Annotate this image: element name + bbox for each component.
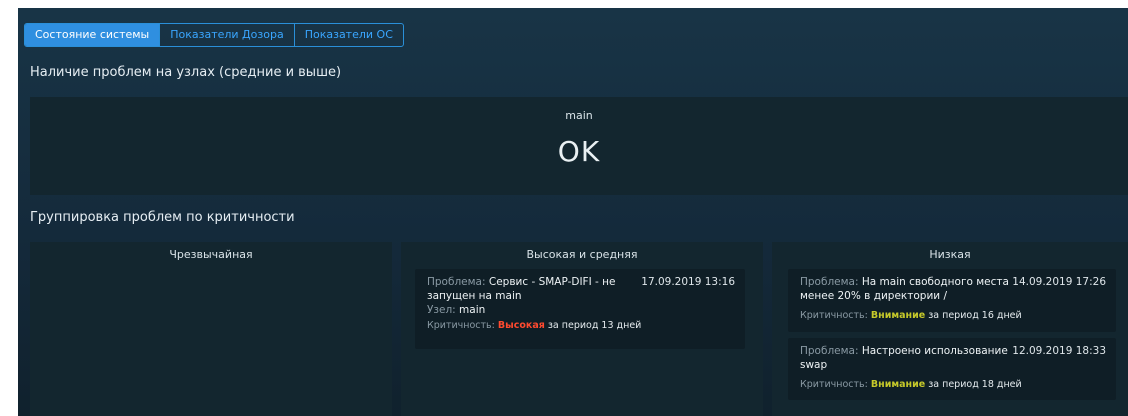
criticality-value: Внимание: [870, 310, 926, 321]
tab-dozor-metrics[interactable]: Показатели Дозора: [160, 24, 295, 46]
problem-description: Проблема: Настроено использование swap: [800, 344, 1010, 372]
problem-date: 12.09.2019 18:33: [1012, 345, 1106, 357]
criticality-line: Критичность: Внимание за период 16 дней: [800, 309, 1022, 323]
column-title: Низкая: [929, 248, 971, 261]
problem-card[interactable]: Проблема: Сервис - SMAP-DIFI - не запуще…: [415, 269, 745, 349]
column-emergency: Чрезвычайная: [30, 242, 392, 416]
problem-label: Проблема:: [427, 276, 486, 288]
grouping-section-title: Группировка проблем по критичности: [30, 210, 295, 225]
nodes-status-panel: main OK: [30, 97, 1128, 195]
criticality-label: Критичность:: [800, 379, 868, 390]
column-high-medium: Высокая и средняя Проблема: Сервис - SMA…: [401, 242, 763, 416]
nodes-section-title: Наличие проблем на узлах (средние и выше…: [30, 65, 342, 80]
problem-label: Проблема:: [800, 345, 859, 357]
node-value: main: [459, 304, 486, 316]
period-text: за период 13 дней: [547, 320, 642, 331]
node-line: Узел: main: [427, 303, 485, 317]
period-text: за период 16 дней: [928, 310, 1022, 321]
column-low: Низкая Проблема: На main свободного мест…: [772, 242, 1128, 416]
problem-card[interactable]: Проблема: Настроено использование swap 1…: [788, 338, 1116, 400]
problem-description: Проблема: Сервис - SMAP-DIFI - не запуще…: [427, 275, 637, 303]
main-content: Состояние системы Показатели Дозора Пока…: [18, 8, 1128, 416]
problem-card[interactable]: Проблема: На main свободного места менее…: [788, 269, 1116, 332]
problem-date: 17.09.2019 13:16: [641, 276, 735, 288]
criticality-value: Внимание: [870, 379, 926, 390]
node-status: OK: [557, 135, 601, 168]
criticality-value: Высокая: [497, 320, 545, 331]
node-label: Узел:: [427, 304, 456, 316]
top-edge: [0, 0, 1128, 8]
period-text: за период 18 дней: [928, 379, 1022, 390]
left-edge: [0, 0, 18, 416]
criticality-line: Критичность: Внимание за период 18 дней: [800, 378, 1022, 392]
problem-date: 14.09.2019 17:26: [1012, 276, 1106, 288]
column-title: Чрезвычайная: [169, 248, 253, 261]
app-window: Состояние системы Показатели Дозора Пока…: [0, 0, 1128, 416]
criticality-label: Критичность:: [427, 320, 495, 331]
criticality-label: Критичность:: [800, 310, 868, 321]
tab-os-metrics[interactable]: Показатели ОС: [295, 24, 403, 46]
problem-label: Проблема:: [800, 276, 859, 288]
criticality-line: Критичность: Высокая за период 13 дней: [427, 319, 641, 333]
node-name: main: [565, 109, 593, 122]
column-title: Высокая и средняя: [526, 248, 638, 261]
tab-system-state[interactable]: Состояние системы: [25, 24, 161, 46]
tab-bar: Состояние системы Показатели Дозора Пока…: [24, 23, 404, 47]
problem-description: Проблема: На main свободного места менее…: [800, 275, 1010, 303]
